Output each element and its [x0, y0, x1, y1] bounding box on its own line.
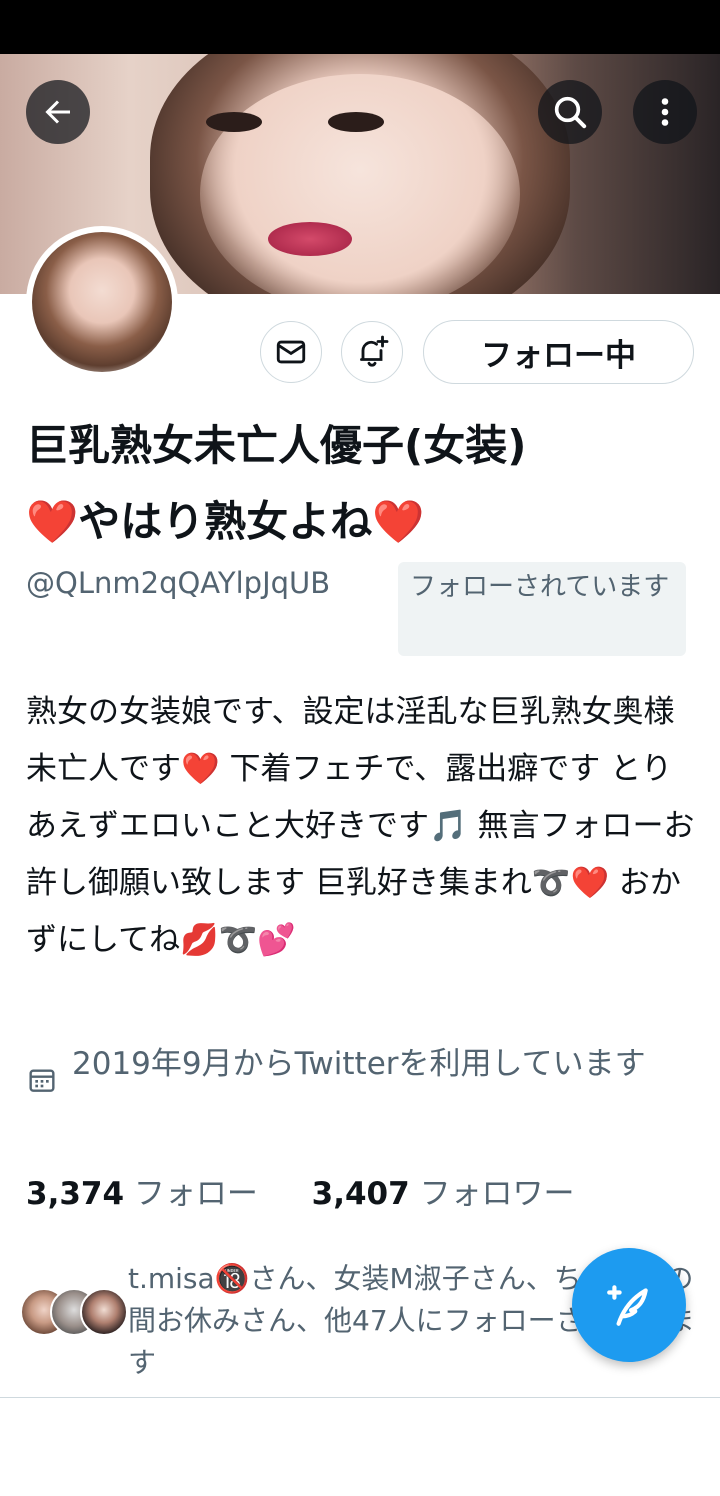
followers-count: 3,407 [311, 1176, 410, 1212]
bell-plus-icon [360, 335, 389, 367]
section-divider [0, 1397, 720, 1398]
join-date: 2019年9月からTwitterを利用しています [26, 1036, 696, 1146]
following-button[interactable]: フォロー中 [423, 320, 694, 384]
avatar-image [32, 232, 172, 372]
search-icon [554, 96, 587, 129]
followers-label: フォロワー [419, 1176, 575, 1212]
compose-tweet-button[interactable] [572, 1248, 686, 1362]
following-label: フォロー [133, 1176, 258, 1212]
notifications-button[interactable] [341, 321, 403, 383]
heart-emoji-left: ❤️ [26, 497, 79, 546]
banner-eye-left [206, 112, 262, 132]
compose-feather-icon [607, 1285, 648, 1326]
following-count: 3,374 [26, 1176, 125, 1212]
back-button[interactable] [26, 80, 90, 144]
calendar-icon [29, 1069, 55, 1092]
profile-avatar[interactable] [26, 226, 178, 378]
banner-lips-shape [268, 222, 352, 256]
banner-eye-right [328, 112, 384, 132]
profile-handle: @QLnm2qQAYlpJqUB [26, 566, 331, 600]
search-button[interactable] [538, 80, 602, 144]
follower-avatar-3 [80, 1288, 128, 1336]
profile-name-line2-wrap: ❤️やはり熟女よね❤️ [26, 484, 696, 560]
follows-you-badge: フォローされています [398, 562, 686, 656]
followers-link[interactable]: 3,407 フォロワー [312, 1176, 575, 1212]
following-link[interactable]: 3,374 フォロー [26, 1176, 258, 1212]
profile-bio: 熟女の女装娘です、設定は淫乱な巨乳熟女奥様未亡人です❤️ 下着フェチで、露出癖で… [26, 694, 695, 958]
status-bar [0, 0, 720, 54]
profile-name-line1: 巨乳熟女未亡人優子(女装) [26, 421, 527, 470]
back-arrow-icon [45, 100, 70, 124]
heart-emoji-right: ❤️ [372, 497, 425, 546]
more-vertical-icon [661, 98, 669, 126]
profile-name-line2: やはり熟女よね [78, 497, 373, 546]
more-button[interactable] [633, 80, 697, 144]
envelope-icon [276, 340, 306, 364]
message-button[interactable] [260, 321, 322, 383]
follow-stats: 3,374 フォロー 3,407 フォロワー [26, 1168, 575, 1213]
profile-name: 巨乳熟女未亡人優子(女装) ❤️やはり熟女よね❤️ [26, 408, 696, 560]
join-date-text: 2019年9月からTwitterを利用しています [72, 1046, 646, 1082]
